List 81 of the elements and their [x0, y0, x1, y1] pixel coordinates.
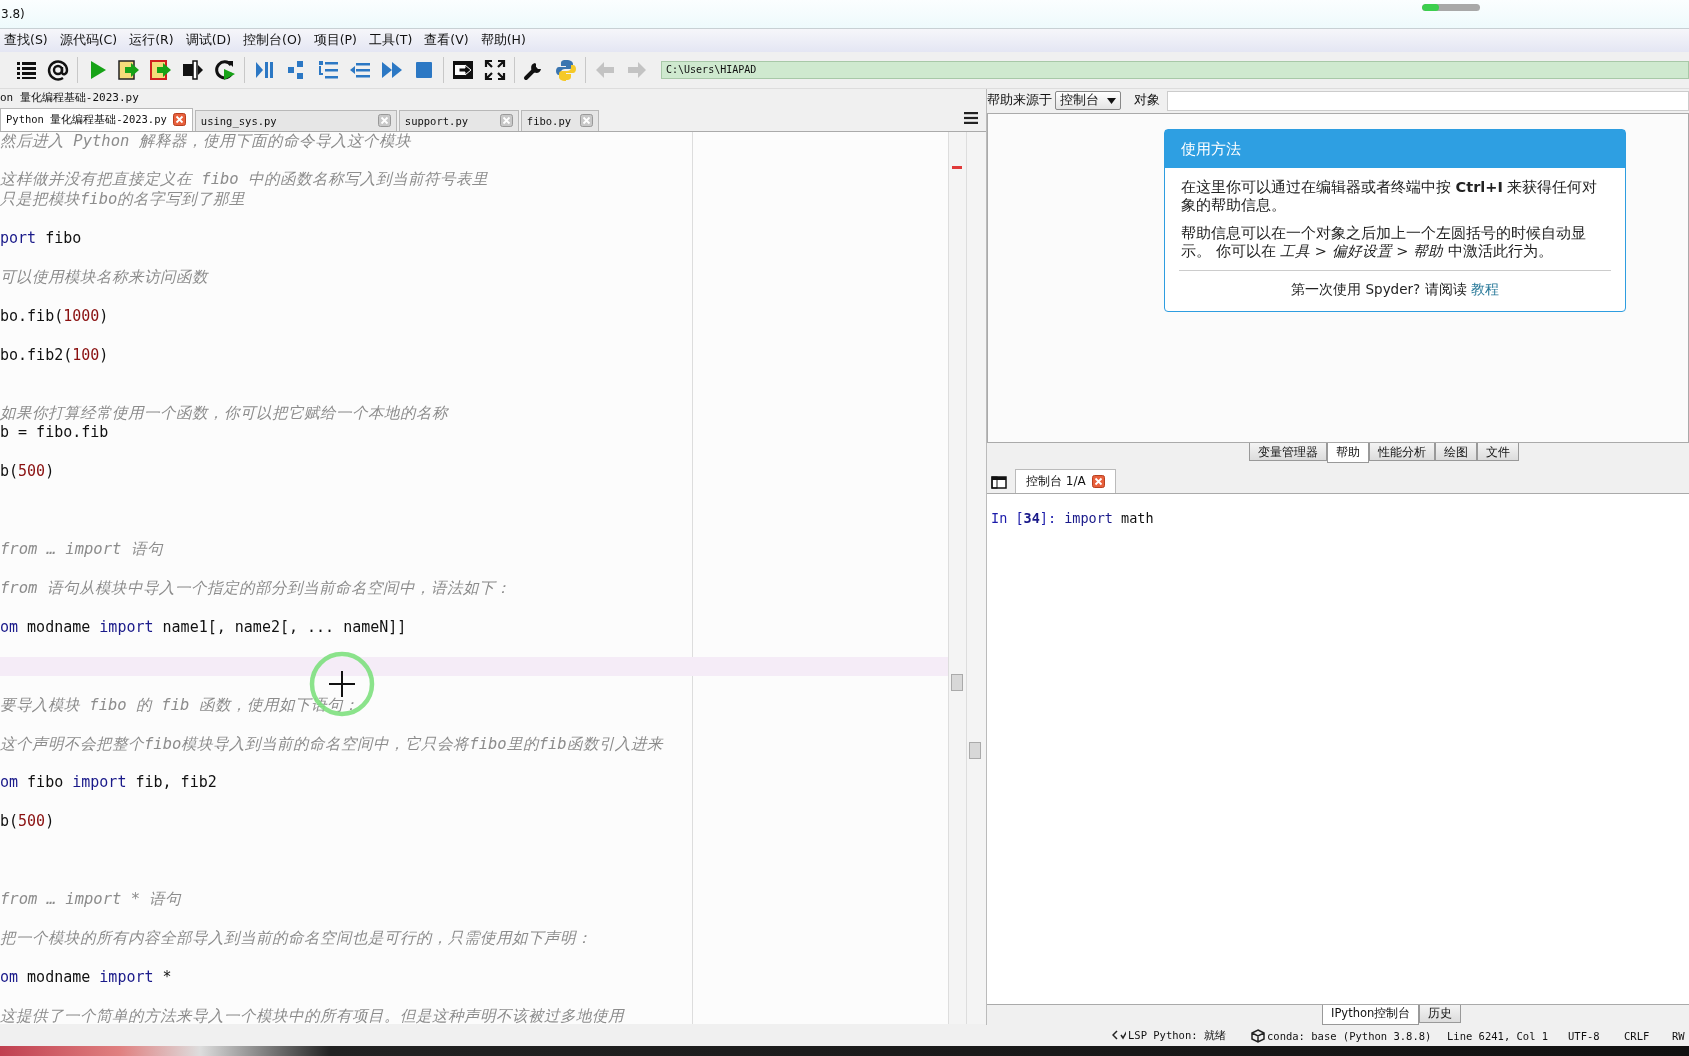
comment-line: 然后进入 Python 解释器，使用下面的命令导入这个模块: [0, 131, 412, 151]
close-icon[interactable]: [377, 114, 391, 128]
code-line: bo.fib(1000): [0, 306, 110, 327]
scrollbar[interactable]: [948, 131, 966, 1024]
console-tab[interactable]: 控制台 1/A: [1015, 468, 1116, 493]
file-path: on 量化编程基础-2023.py: [0, 89, 140, 106]
comment-line: 如果你打算经常使用一个函数，你可以把它赋给一个本地的名称: [0, 403, 450, 424]
code-line: b(500): [0, 462, 56, 482]
cube-icon: [1251, 1028, 1265, 1043]
page-arrow-icon[interactable]: [117, 57, 141, 82]
comment-line: from … import * 语句: [0, 890, 183, 910]
code-line: om modname import *: [0, 968, 173, 988]
code-line: b = fibo.fib: [0, 423, 110, 443]
menu-item[interactable]: 帮助(H): [477, 29, 529, 51]
menu-item[interactable]: 调试(D): [182, 29, 235, 51]
menu-item[interactable]: 工具(T): [365, 29, 416, 51]
menu-item[interactable]: 控制台(O): [240, 29, 305, 51]
tab-label: fibo.py: [526, 114, 572, 127]
window-icon[interactable]: [991, 475, 1007, 489]
tab-label: 控制台 1/A: [1026, 472, 1086, 490]
code-line: om modname import name1[, name2[, ... nameN]]: [0, 617, 408, 638]
close-icon[interactable]: [579, 114, 593, 128]
status-text: CRLF: [1624, 1029, 1650, 1042]
comment-line: 可以使用模块名称来访问函数: [0, 267, 210, 288]
dropdown-value: 控制台: [1060, 92, 1099, 110]
comment-line: 这样做并没有把直接定义在 fibo 中的函数名称写入到当前符号表里: [0, 170, 489, 190]
console-line: In [34]: import math: [991, 509, 1155, 526]
comment-line: from 语句从模块中导入一个指定的部分到当前命名空间中，语法如下：: [0, 578, 512, 599]
close-icon[interactable]: [499, 114, 513, 128]
window-title: 3.8): [0, 6, 25, 21]
tab-label: using_sys.py: [200, 114, 277, 127]
tab-label: support.py: [404, 114, 469, 127]
menu-item[interactable]: 查找(S): [1, 29, 51, 51]
tab-label: Python 量化编程基础-2023.py: [6, 112, 167, 127]
editor-tab[interactable]: support.py: [398, 109, 519, 131]
editor-tab[interactable]: using_sys.py: [194, 109, 397, 131]
status-text: RW: [1672, 1029, 1685, 1042]
status-text: Line 6241, Col 1: [1447, 1029, 1549, 1042]
status-text: LSP Python: 就绪: [1128, 1028, 1226, 1043]
menu-item[interactable]: 查看(V): [421, 29, 472, 51]
page-arrow-icon[interactable]: [149, 57, 173, 82]
code-line: b(500): [0, 812, 56, 832]
reload-arrow-icon[interactable]: [213, 57, 237, 82]
status-text: UTF-8: [1568, 1029, 1600, 1042]
menu-item[interactable]: 运行(R): [126, 29, 177, 51]
object-label: 对象: [1134, 92, 1160, 110]
menu-icon[interactable]: [964, 111, 978, 124]
close-icon[interactable]: [172, 113, 186, 127]
editor-tab[interactable]: Python 量化编程基础-2023.py: [0, 107, 193, 131]
code-line: port fibo: [0, 228, 83, 249]
code-line: bo.fib2(100): [0, 345, 110, 365]
bottom-tab[interactable]: IPython控制台: [1322, 1004, 1420, 1025]
comment-line: 这个声明不会把整个fibo模块导入到当前的命名空间中，它只会将fibo里的fib函数引入进来: [0, 734, 665, 755]
object-field[interactable]: [1167, 90, 1689, 111]
comment-line: 把一个模块的所有内容全部导入到当前的命名空间也是可行的，只需使用如下声明：: [0, 929, 593, 949]
comment-line: from … import 语句: [0, 540, 165, 560]
code-line: om fibo import fib, fib2: [0, 773, 218, 793]
pane-tab[interactable]: 帮助: [1327, 442, 1369, 463]
scrollbar[interactable]: [966, 131, 986, 1024]
menu-item[interactable]: 项目(P): [310, 29, 360, 51]
help-paragraph: 帮助信息可以在一个对象之后加上一个左圆括号的时候自动显示。 你可以在 工具 > 偏好设置 > 帮助 中激活此行为。: [1181, 223, 1587, 260]
progress-bar: [1422, 4, 1480, 11]
source-dropdown[interactable]: 控制台: [1055, 91, 1121, 111]
status-text: conda: base (Python 3.8.8): [1267, 1029, 1432, 1042]
comment-line: 只是把模块fibo的名字写到了那里: [0, 189, 247, 210]
tutorial-link[interactable]: 教程: [1470, 280, 1499, 297]
help-paragraph: 在这里你可以通过在编辑器或者终端中按 Ctrl+I 来获得任何对象的帮助信息。: [1181, 177, 1599, 214]
editor-tab[interactable]: fibo.py: [520, 109, 599, 131]
help-source-label: 帮助来源于: [987, 92, 1052, 110]
menu-item[interactable]: 源代码(C): [56, 29, 121, 51]
help-footer-text: 第一次使用 Spyder? 请阅读 教程: [1179, 269, 1611, 311]
close-icon[interactable]: [1091, 474, 1105, 488]
path-field[interactable]: C:\Users\HIAPAD: [661, 60, 1689, 79]
block-arrow-icon[interactable]: [181, 57, 205, 82]
card-header: 使用方法: [1165, 129, 1625, 168]
caret-icon: [1107, 97, 1116, 104]
bottom-tab[interactable]: 历史: [1419, 1004, 1462, 1023]
at-sign-icon[interactable]: [46, 57, 70, 82]
comment-line: 这提供了一个简单的方法来导入一个模块中的所有项目。但是这种声明不该被过多地使用: [0, 1006, 626, 1024]
maximize-icon[interactable]: [483, 57, 507, 82]
snake-logo-icon[interactable]: [554, 57, 578, 82]
